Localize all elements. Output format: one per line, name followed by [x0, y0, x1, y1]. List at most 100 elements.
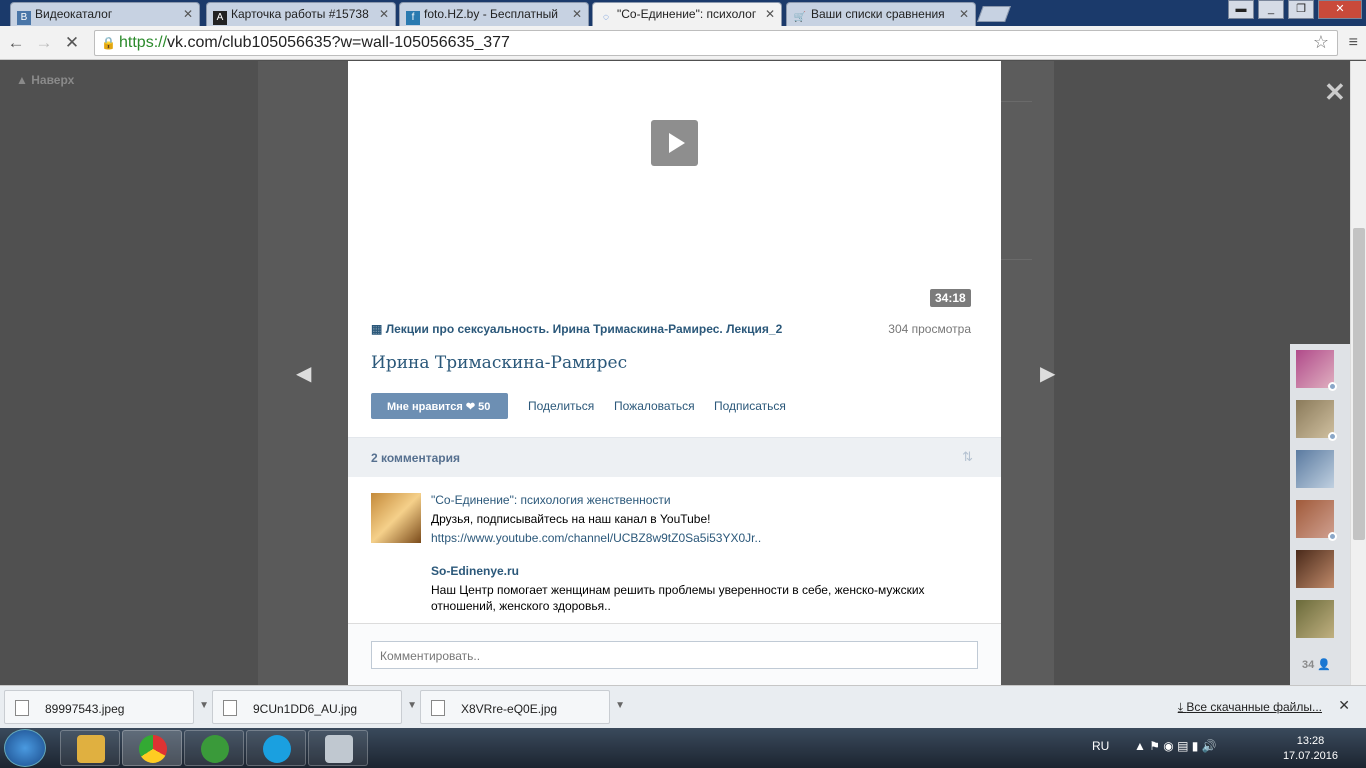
- url-scheme: https://: [119, 34, 168, 51]
- menu-icon[interactable]: ≡: [1349, 34, 1358, 52]
- friend-avatar[interactable]: [1296, 400, 1337, 441]
- online-indicator: [1328, 382, 1337, 391]
- lock-icon: 🔒: [101, 36, 116, 50]
- bookmark-star-icon[interactable]: ☆: [1313, 32, 1329, 53]
- windows-taskbar: RU ▲ ⚑ ◉ ▤ ▮ 🔊 13:28 17.07.2016: [0, 728, 1366, 768]
- tab-title: Карточка работы #15738: [231, 7, 369, 21]
- explorer-button[interactable]: [60, 730, 120, 766]
- stop-loading-icon[interactable]: ✕: [62, 33, 82, 53]
- back-to-top-label: Наверх: [31, 73, 75, 87]
- play-icon[interactable]: [651, 120, 698, 166]
- tab-foto-hz[interactable]: f foto.HZ.by - Бесплатный ✕: [399, 2, 589, 26]
- start-button[interactable]: [4, 729, 46, 767]
- like-button[interactable]: Мне нравится ❤ 50: [371, 393, 508, 419]
- foto-icon: f: [406, 11, 420, 25]
- skype-icon: [263, 735, 291, 763]
- tab-title: Ваши списки сравнения: [811, 7, 945, 21]
- video-title-link[interactable]: ▦ Лекции про сексуальность. Ирина Тримас…: [371, 322, 782, 336]
- avatar[interactable]: [371, 493, 421, 543]
- online-indicator: [1328, 432, 1337, 441]
- comment-link[interactable]: https://www.youtube.com/channel/UCBZ8w9t…: [431, 531, 761, 545]
- friend-avatar[interactable]: [1296, 550, 1334, 588]
- friend-avatar[interactable]: [1296, 500, 1337, 541]
- window-close-icon[interactable]: ✕: [1318, 0, 1362, 19]
- tab-close-icon[interactable]: ✕: [183, 7, 193, 21]
- cart-icon: 🛒: [793, 12, 807, 23]
- vk-icon: B: [17, 11, 31, 25]
- view-count: 304 просмотра: [888, 322, 971, 336]
- tray-icons[interactable]: ▲ ⚑ ◉ ▤ ▮ 🔊: [1134, 739, 1217, 753]
- up-arrow-icon: ▲: [16, 73, 28, 87]
- page-scrollbar[interactable]: [1350, 61, 1366, 685]
- sort-icon[interactable]: ⇅: [962, 449, 973, 465]
- close-modal-icon[interactable]: ✕: [1324, 77, 1346, 108]
- subscribe-link[interactable]: Подписаться: [714, 399, 786, 413]
- like-label: Мне нравится: [387, 401, 463, 413]
- comment-site-description: Наш Центр помогает женщинам решить пробл…: [431, 583, 925, 613]
- tab-close-icon[interactable]: ✕: [765, 7, 775, 21]
- friend-avatar[interactable]: [1296, 450, 1334, 488]
- tab-close-icon[interactable]: ✕: [572, 7, 582, 21]
- calculator-button[interactable]: [308, 730, 368, 766]
- utorrent-icon: [201, 735, 229, 763]
- minimize-icon[interactable]: _: [1258, 0, 1284, 19]
- scrollbar-thumb[interactable]: [1353, 228, 1365, 540]
- address-bar[interactable]: 🔒 https://vk.com/club105056635?w=wall-10…: [94, 30, 1338, 56]
- tab-so-edinenie[interactable]: ◌ "Со-Единение": психолог ✕: [592, 2, 782, 26]
- comments-header: 2 комментария ⇅: [348, 437, 1001, 477]
- back-arrow-icon[interactable]: ←: [6, 33, 26, 53]
- share-link[interactable]: Поделиться: [528, 399, 594, 413]
- download-item[interactable]: X8VRre-eQ0E.jpg ▼: [420, 690, 625, 724]
- tab-videocatalog[interactable]: B Видеокаталог ✕: [10, 2, 200, 26]
- video-author[interactable]: Ирина Тримаскина-Рамирес: [371, 353, 627, 373]
- friend-avatar[interactable]: [1296, 350, 1337, 391]
- clock[interactable]: 13:28 17.07.2016: [1283, 734, 1338, 764]
- tab-title: "Со-Единение": психолог: [617, 7, 757, 21]
- close-downloads-icon[interactable]: ✕: [1338, 697, 1350, 714]
- back-to-top-link[interactable]: ▲ Наверх: [16, 73, 74, 87]
- friends-count-value: 34: [1302, 659, 1315, 671]
- chevron-down-icon[interactable]: ▼: [407, 700, 417, 711]
- image-file-icon: [223, 700, 237, 716]
- comment-author[interactable]: "Со-Единение": психология женственности: [431, 493, 671, 507]
- chrome-icon: [139, 735, 167, 763]
- skype-button[interactable]: [246, 730, 306, 766]
- system-tray: RU ▲ ⚑ ◉ ▤ ▮ 🔊 13:28 17.07.2016: [1076, 728, 1366, 768]
- video-duration: 34:18: [930, 289, 971, 307]
- forward-arrow-icon[interactable]: →: [34, 33, 54, 53]
- tab-title: foto.HZ.by - Бесплатный: [424, 7, 558, 21]
- album-icon: ▦: [371, 322, 383, 336]
- tab-comparison-lists[interactable]: 🛒 Ваши списки сравнения ✕: [786, 2, 976, 26]
- divider: [1000, 259, 1032, 260]
- maximize-icon[interactable]: ❐: [1288, 0, 1314, 19]
- tab-work-card[interactable]: A Карточка работы #15738 ✕: [206, 2, 396, 26]
- image-file-icon: [431, 700, 445, 716]
- comment-site-link[interactable]: So-Edinenye.ru: [431, 564, 519, 578]
- like-count: 50: [478, 401, 491, 413]
- chevron-down-icon[interactable]: ▼: [199, 700, 209, 711]
- prev-arrow-icon[interactable]: ◀: [296, 361, 311, 386]
- tab-close-icon[interactable]: ✕: [379, 7, 389, 21]
- comment-input[interactable]: Комментировать..: [371, 641, 978, 669]
- report-link[interactable]: Пожаловаться: [614, 399, 695, 413]
- download-item[interactable]: 9CUn1DD6_AU.jpg ▼: [212, 690, 417, 724]
- tab-close-icon[interactable]: ✕: [959, 7, 969, 21]
- download-item[interactable]: 89997543.jpeg ▼: [4, 690, 209, 724]
- language-indicator[interactable]: RU: [1092, 739, 1109, 753]
- user-icon[interactable]: ▬: [1228, 0, 1254, 19]
- tab-title: Видеокаталог: [35, 7, 113, 21]
- friend-avatar[interactable]: [1296, 600, 1334, 638]
- new-tab-button[interactable]: [977, 6, 1011, 22]
- friends-count[interactable]: 34 👤: [1302, 658, 1331, 671]
- image-file-icon: [15, 700, 29, 716]
- online-indicator: [1328, 532, 1337, 541]
- chevron-down-icon[interactable]: ▼: [615, 700, 625, 711]
- person-icon: 👤: [1317, 659, 1332, 671]
- chrome-button[interactable]: [122, 730, 182, 766]
- next-arrow-icon[interactable]: ▶: [1040, 361, 1055, 386]
- utorrent-button[interactable]: [184, 730, 244, 766]
- all-downloads-link[interactable]: ⤓ Все скачанные файлы...: [1178, 700, 1322, 715]
- calculator-icon: [325, 735, 353, 763]
- page-viewport: ▲ Наверх ◀ ▶ ✕ 34:18 ▦ Лекции про сексуа…: [0, 61, 1350, 685]
- video-player[interactable]: 34:18: [348, 61, 1001, 309]
